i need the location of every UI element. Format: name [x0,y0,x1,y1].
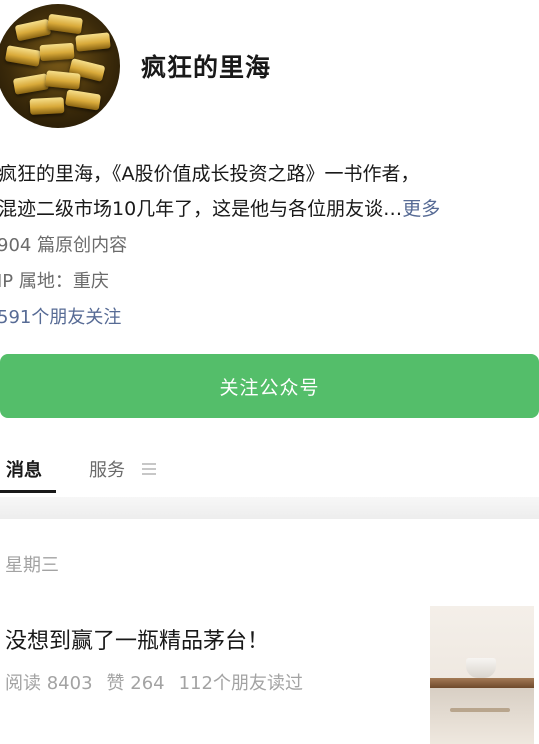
like-count: 赞 264 [106,673,165,694]
day-label: 星期三 [5,555,59,576]
gold-bar-graphic [47,13,83,35]
table-shadow-graphic [430,688,534,744]
gold-bar-graphic [12,73,50,95]
description-line-1: 疯狂的里海，《A股价值成长投资之路》一书作者， [0,163,420,185]
avatar[interactable] [0,4,120,128]
ip-location: IP 属地：重庆 [0,271,109,292]
section-divider [0,497,539,519]
friends-read-count: 112个朋友读过 [178,673,303,694]
active-tab-indicator [0,490,56,493]
tab-services[interactable]: 服务 [89,456,125,482]
friends-following-link[interactable]: 591个朋友关注 [0,303,121,329]
account-description: 疯狂的里海，《A股价值成长投资之路》一书作者， 混迹二级市场10几年了，这是他与… [0,157,539,227]
gold-bar-graphic [64,89,102,111]
follow-button[interactable]: 关注公众号 [0,354,539,418]
gold-bar-graphic [4,45,42,67]
article-stats: 阅读 8403 赞 264 112个朋友读过 [5,669,317,695]
more-link[interactable]: 更多 [402,198,440,220]
decor-stroke-graphic [450,708,510,712]
tab-messages[interactable]: 消息 [6,456,42,482]
original-count: 904 篇原创内容 [0,235,128,256]
table-graphic [430,678,534,688]
gold-bar-graphic [14,18,52,42]
description-line-2: 混迹二级市场10几年了，这是他与各位朋友谈…更多 [0,192,539,227]
article-title[interactable]: 没想到赢了一瓶精品茅台！ [5,623,269,655]
gold-bar-graphic [75,32,111,52]
account-name: 疯狂的里海 [141,53,272,82]
read-count: 阅读 8403 [5,673,93,694]
gold-bar-graphic [29,97,65,115]
article-thumbnail[interactable] [430,606,534,744]
menu-icon[interactable] [142,463,156,475]
teacup-graphic [466,658,496,678]
gold-bar-graphic [45,70,81,90]
description-line-2-text: 混迹二级市场10几年了，这是他与各位朋友谈… [0,198,403,220]
gold-bar-graphic [39,42,75,62]
